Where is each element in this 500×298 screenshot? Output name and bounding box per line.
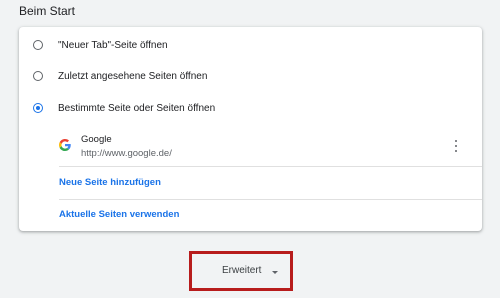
startup-option-label: Zuletzt angesehene Seiten öffnen: [58, 70, 208, 82]
caret-down-icon: [272, 271, 278, 274]
radio-button-new-tab[interactable]: [33, 40, 43, 50]
advanced-highlight-box: Erweitert: [189, 251, 293, 291]
startup-settings-card: "Neuer Tab"-Seite öffnen Zuletzt angeseh…: [19, 27, 482, 231]
section-title: Beim Start: [19, 4, 76, 18]
startup-option-specific-pages[interactable]: Bestimmte Seite oder Seiten öffnen: [19, 92, 482, 124]
startup-page-entry: Google http://www.google.de/: [19, 130, 482, 164]
divider: [59, 166, 482, 167]
add-new-page-link[interactable]: Neue Seite hinzufügen: [59, 177, 161, 188]
startup-page-url: http://www.google.de/: [81, 148, 172, 159]
startup-option-new-tab[interactable]: "Neuer Tab"-Seite öffnen: [19, 29, 482, 61]
kebab-menu-icon[interactable]: [449, 136, 463, 158]
divider: [59, 199, 482, 200]
startup-page-name: Google: [81, 134, 112, 145]
radio-button-specific-pages[interactable]: [33, 103, 43, 113]
startup-option-continue[interactable]: Zuletzt angesehene Seiten öffnen: [19, 60, 482, 92]
startup-option-label: "Neuer Tab"-Seite öffnen: [58, 39, 168, 51]
use-current-pages-link[interactable]: Aktuelle Seiten verwenden: [59, 209, 179, 220]
startup-option-label: Bestimmte Seite oder Seiten öffnen: [58, 102, 216, 114]
advanced-settings-button[interactable]: Erweitert: [192, 254, 290, 288]
google-favicon-icon: [59, 139, 71, 151]
advanced-settings-label: Erweitert: [222, 265, 262, 276]
radio-button-continue[interactable]: [33, 71, 43, 81]
